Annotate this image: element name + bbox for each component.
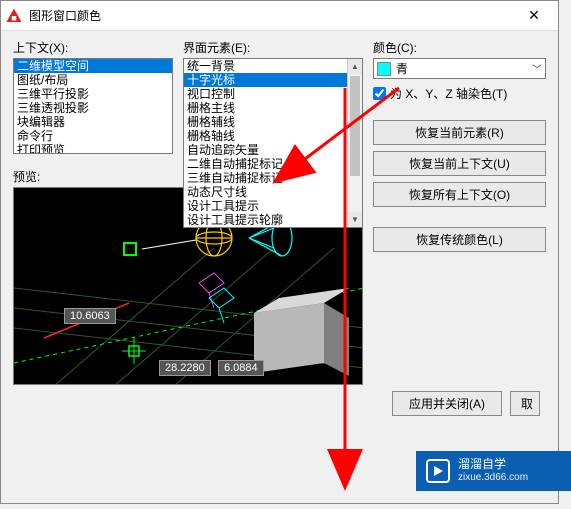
restore-legacy-button[interactable]: 恢复传统颜色(L) bbox=[373, 227, 546, 252]
cancel-button[interactable]: 取 bbox=[510, 391, 540, 416]
play-icon bbox=[426, 459, 450, 483]
axis-tint-checkbox[interactable]: 为 X、Y、Z 轴染色(T) bbox=[373, 85, 546, 102]
list-item[interactable]: 统一背景 bbox=[184, 59, 347, 73]
context-column: 上下文(X): 二维模型空间 图纸/布局 三维平行投影 三维透视投影 块编辑器 … bbox=[13, 39, 173, 385]
restore-buttons: 恢复当前元素(R) 恢复当前上下文(U) 恢复所有上下文(O) 恢复传统颜色(L… bbox=[373, 120, 546, 252]
watermark-brand: 溜溜自学 bbox=[458, 457, 528, 471]
watermark-url: zixue.3d66.com bbox=[458, 471, 528, 485]
titlebar: 图形窗口颜色 ✕ bbox=[1, 1, 558, 31]
color-column: 颜色(C): 青 ﹀ 为 X、Y、Z 轴染色(T) 恢复当前元素(R) 恢复当前… bbox=[373, 39, 546, 385]
close-button[interactable]: ✕ bbox=[514, 2, 554, 30]
list-item[interactable]: 二维自动捕捉标记 bbox=[184, 157, 347, 171]
coord-badge: 28.2280 bbox=[159, 360, 211, 376]
color-swatch bbox=[377, 62, 391, 76]
color-label: 颜色(C): bbox=[373, 39, 546, 56]
chevron-down-icon: ﹀ bbox=[532, 61, 542, 76]
checkbox-input[interactable] bbox=[373, 87, 386, 100]
app-icon bbox=[5, 7, 23, 25]
list-item[interactable]: 视口控制 bbox=[184, 87, 347, 101]
list-item[interactable]: 三维透视投影 bbox=[14, 101, 172, 115]
list-item[interactable]: 二维模型空间 bbox=[14, 59, 172, 73]
preview-label: 预览: bbox=[13, 168, 173, 185]
coord-badge: 10.6063 bbox=[64, 308, 116, 324]
coord-badge: 6.0884 bbox=[218, 360, 264, 376]
window-title: 图形窗口颜色 bbox=[29, 7, 514, 24]
restore-all-button[interactable]: 恢复所有上下文(O) bbox=[373, 182, 546, 207]
checkbox-label: 为 X、Y、Z 轴染色(T) bbox=[390, 85, 507, 102]
list-item[interactable]: 栅格轴线 bbox=[184, 129, 347, 143]
color-combobox[interactable]: 青 ﹀ bbox=[373, 58, 546, 79]
list-item[interactable]: 设计工具提示轮廓 bbox=[184, 213, 347, 227]
list-item[interactable]: 三维平行投影 bbox=[14, 87, 172, 101]
list-item[interactable]: 栅格辅线 bbox=[184, 115, 347, 129]
color-name: 青 bbox=[396, 60, 527, 77]
context-listbox[interactable]: 二维模型空间 图纸/布局 三维平行投影 三维透视投影 块编辑器 命令行 打印预览 bbox=[13, 58, 173, 154]
dialog-window: 图形窗口颜色 ✕ 上下文(X): 二维模型空间 图纸/布局 三维平行投影 三维透… bbox=[0, 0, 559, 504]
context-label: 上下文(X): bbox=[13, 39, 173, 56]
list-item[interactable]: 块编辑器 bbox=[14, 115, 172, 129]
list-item[interactable]: 栅格主线 bbox=[184, 101, 347, 115]
list-item[interactable]: 十字光标 bbox=[184, 73, 347, 87]
list-item[interactable]: 三维自动捕捉标记 bbox=[184, 171, 347, 185]
scroll-down-icon[interactable]: ▼ bbox=[348, 212, 362, 227]
list-item[interactable]: 自动追踪矢量 bbox=[184, 143, 347, 157]
list-item[interactable]: 打印预览 bbox=[14, 143, 172, 154]
top-row: 上下文(X): 二维模型空间 图纸/布局 三维平行投影 三维透视投影 块编辑器 … bbox=[13, 39, 546, 385]
list-item[interactable]: 图纸/布局 bbox=[14, 73, 172, 87]
dialog-content: 上下文(X): 二维模型空间 图纸/布局 三维平行投影 三维透视投影 块编辑器 … bbox=[1, 31, 558, 422]
restore-context-button[interactable]: 恢复当前上下文(U) bbox=[373, 151, 546, 176]
list-item[interactable]: 命令行 bbox=[14, 129, 172, 143]
scroll-up-icon[interactable]: ▲ bbox=[348, 59, 362, 74]
uielements-listbox[interactable]: 统一背景 十字光标 视口控制 栅格主线 栅格辅线 栅格轴线 自动追踪矢量 二维自… bbox=[183, 58, 363, 228]
scroll-thumb[interactable] bbox=[350, 76, 360, 176]
list-item[interactable]: 设计工具提示 bbox=[184, 199, 347, 213]
uielements-label: 界面元素(E): bbox=[183, 39, 363, 56]
watermark: 溜溜自学 zixue.3d66.com bbox=[416, 451, 571, 491]
list-item[interactable]: 动态尺寸线 bbox=[184, 185, 347, 199]
restore-element-button[interactable]: 恢复当前元素(R) bbox=[373, 120, 546, 145]
scrollbar[interactable]: ▲ ▼ bbox=[347, 59, 362, 227]
bottom-buttons: 应用并关闭(A) 取 bbox=[13, 391, 546, 416]
apply-close-button[interactable]: 应用并关闭(A) bbox=[392, 391, 502, 416]
